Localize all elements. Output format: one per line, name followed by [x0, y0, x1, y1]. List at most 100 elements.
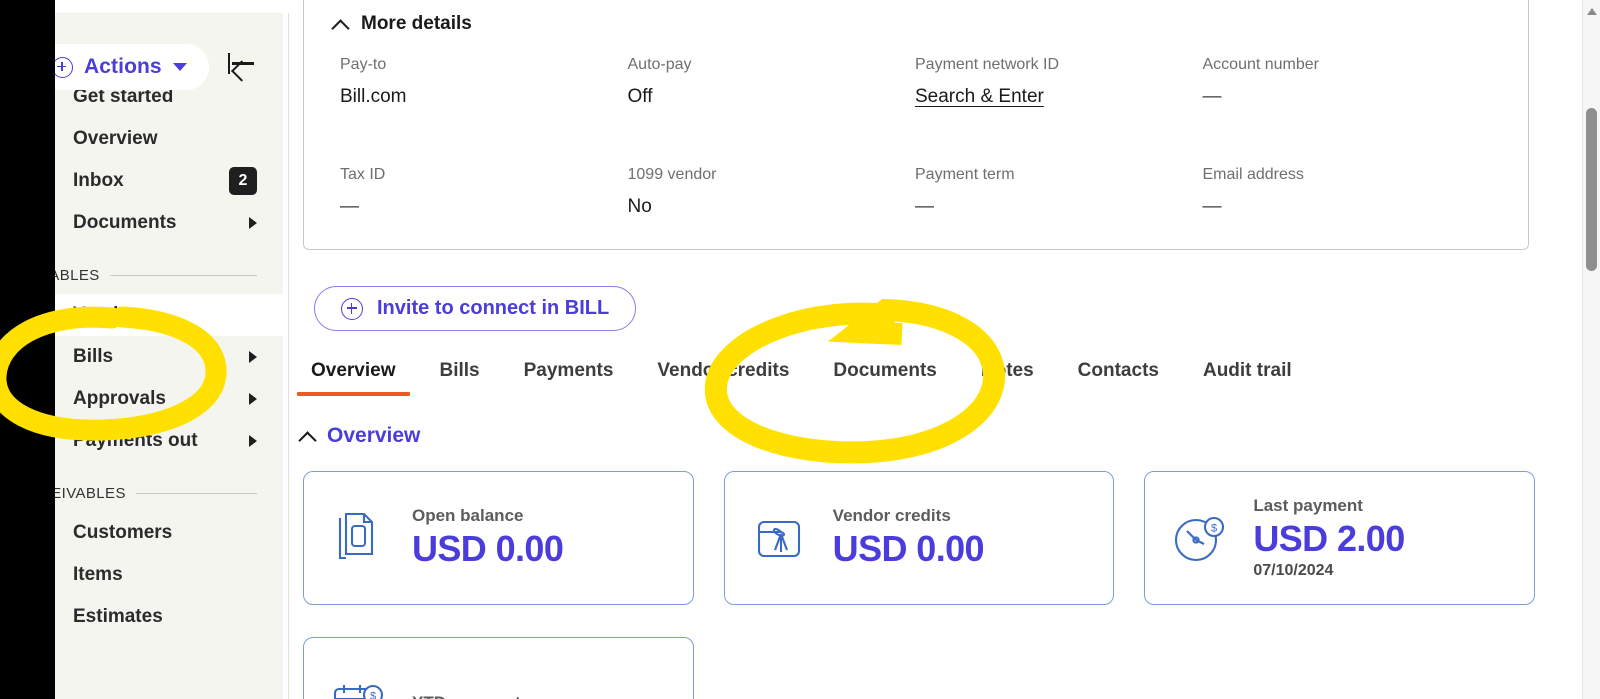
sidebar-divider — [288, 13, 289, 699]
detail-label: Account number — [1202, 56, 1320, 73]
stat-cards-row-2: $ YTD payments — [303, 637, 1535, 699]
detail-label: 1099 vendor — [627, 166, 717, 183]
sidebar-item-label: Items — [73, 564, 123, 585]
arrow-left-icon — [232, 62, 255, 65]
detail-field: Tax ID — — [340, 166, 628, 218]
invite-button-label: Invite to connect in BILL — [377, 297, 610, 319]
detail-label: Payment term — [915, 166, 1015, 183]
chevron-right-icon — [249, 393, 257, 405]
detail-value: — — [1202, 86, 1222, 107]
clock-dollar-icon: $ — [1167, 506, 1231, 570]
stat-text: Open balance USD 0.00 — [412, 506, 564, 570]
scrollbar-thumb[interactable] — [1586, 108, 1597, 271]
tab-bills[interactable]: Bills — [418, 360, 502, 396]
actions-button-label: Actions — [84, 55, 162, 78]
detail-value: — — [1202, 196, 1222, 217]
sidebar-item-label: Documents — [73, 212, 177, 233]
detail-value: Bill.com — [340, 86, 407, 107]
tab-contacts[interactable]: Contacts — [1056, 360, 1181, 396]
detail-field: Account number — — [1203, 56, 1491, 108]
more-details-header[interactable]: More details — [333, 13, 472, 35]
stat-card-last-payment[interactable]: $ Last payment USD 2.00 07/10/2024 — [1144, 471, 1536, 605]
tab-notes[interactable]: Notes — [959, 360, 1056, 396]
stat-label: Last payment — [1253, 496, 1363, 515]
stat-cards-row: Open balance USD 0.00 Vendor credits USD… — [303, 471, 1536, 605]
tab-audit-trail[interactable]: Audit trail — [1181, 360, 1314, 396]
more-details-card: More details Pay-to Bill.com Auto-pay Of… — [303, 0, 1529, 250]
detail-field: Pay-to Bill.com — [340, 56, 628, 108]
invite-to-connect-button[interactable]: Invite to connect in BILL — [314, 286, 637, 331]
details-grid: Pay-to Bill.com Auto-pay Off Payment net… — [340, 56, 1490, 218]
tab-label: Audit trail — [1202, 360, 1292, 381]
stat-sub-date: 07/10/2024 — [1253, 562, 1334, 579]
detail-field: Email address — — [1203, 166, 1491, 218]
overview-section-header[interactable]: Overview — [300, 424, 420, 448]
detail-value: — — [340, 196, 359, 217]
stat-card-open-balance[interactable]: Open balance USD 0.00 — [303, 471, 694, 605]
stat-text: Last payment USD 2.00 07/10/2024 — [1253, 496, 1405, 580]
sidebar-item-label: Inbox — [73, 170, 124, 191]
chevron-down-icon — [172, 63, 187, 71]
detail-field: 1099 vendor No — [628, 166, 916, 218]
sidebar-item-label: Approvals — [73, 388, 166, 409]
svg-text:$: $ — [370, 691, 376, 699]
tab-label: Documents — [833, 360, 937, 381]
chevron-right-icon — [249, 435, 257, 447]
detail-label: Pay-to — [340, 56, 387, 73]
tab-label: Bills — [439, 360, 480, 381]
app-root: Search Recent Network Tasks More details… — [0, 0, 1600, 699]
overview-section-title: Overview — [327, 424, 421, 447]
vertical-scrollbar[interactable] — [1582, 0, 1600, 699]
sidebar-item-label: Overview — [73, 128, 158, 149]
detail-value: — — [915, 196, 934, 217]
stat-label: Vendor credits — [832, 506, 951, 525]
stat-text: YTD payments — [412, 693, 530, 699]
stat-text: Vendor credits USD 0.00 — [832, 506, 985, 570]
calendar-dollar-icon: $ — [326, 672, 390, 699]
scroll-up-arrow-icon[interactable] — [1587, 8, 1597, 15]
divider — [135, 492, 257, 494]
tab-label: Overview — [311, 360, 396, 381]
gift-card-icon — [747, 506, 811, 570]
sidebar-item-label: Customers — [73, 522, 173, 543]
tab-documents[interactable]: Documents — [811, 360, 958, 396]
main-content: Search Recent Network Tasks More details… — [289, 0, 1541, 699]
actions-button[interactable]: Actions — [36, 44, 209, 90]
plus-circle-icon — [52, 56, 73, 78]
detail-field: Payment term — — [915, 166, 1203, 218]
tab-label: Vendor credits — [657, 360, 790, 381]
detail-label: Tax ID — [340, 166, 386, 183]
stat-label: Open balance — [412, 506, 524, 525]
tab-vendor-credits[interactable]: Vendor credits — [635, 360, 811, 396]
stat-label: YTD payments — [412, 693, 530, 699]
stat-value: USD 0.00 — [832, 528, 985, 569]
sidebar-item-label: Estimates — [73, 606, 163, 627]
chevron-up-icon — [300, 429, 315, 444]
tab-label: Notes — [980, 360, 1034, 381]
svg-text:$: $ — [1211, 523, 1217, 535]
sidebar-item-label: Bills — [73, 346, 114, 367]
detail-field: Auto-pay Off — [628, 56, 916, 108]
tab-payments[interactable]: Payments — [502, 360, 636, 396]
chevron-right-icon — [249, 351, 257, 363]
detail-label: Payment network ID — [915, 56, 1060, 73]
tab-overview[interactable]: Overview — [289, 360, 418, 396]
stat-value: USD 0.00 — [412, 528, 564, 569]
payment-network-id-link[interactable]: Search & Enter — [915, 86, 1203, 108]
sidebar-item-label: Payments out — [73, 430, 198, 451]
stat-card-ytd-payments[interactable]: $ YTD payments — [303, 637, 694, 699]
viewport-left-gutter — [0, 0, 55, 699]
more-details-title: More details — [361, 13, 472, 34]
inbox-badge: 2 — [229, 167, 257, 195]
chevron-right-icon — [249, 217, 257, 229]
divider — [109, 274, 257, 276]
chevron-up-icon — [333, 17, 348, 32]
tab-label: Payments — [523, 360, 614, 381]
vendor-tabs: Overview Bills Payments Vendor credits D… — [289, 360, 1541, 396]
detail-field: Payment network ID Search & Enter — [915, 56, 1203, 108]
stat-card-vendor-credits[interactable]: Vendor credits USD 0.00 — [723, 471, 1115, 605]
collapse-sidebar-button[interactable] — [228, 53, 255, 74]
detail-value: Off — [627, 86, 653, 107]
plus-circle-icon — [341, 297, 363, 320]
detail-label: Email address — [1202, 166, 1304, 183]
